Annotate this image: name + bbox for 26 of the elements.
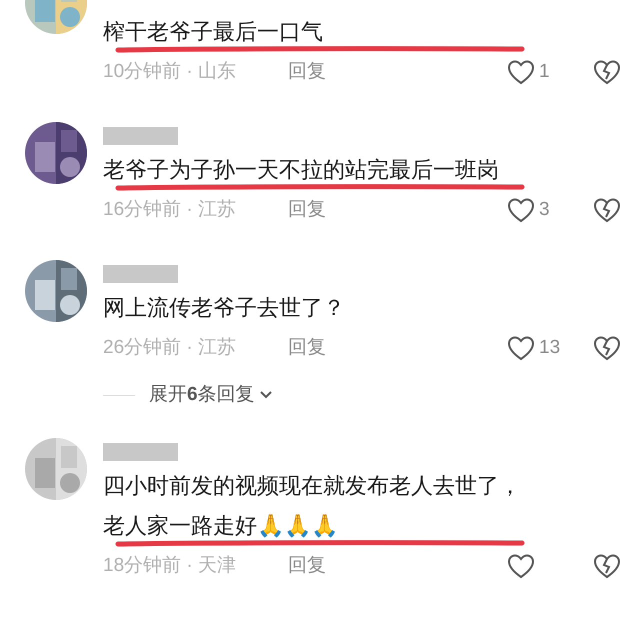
broken-heart-icon[interactable] bbox=[593, 335, 621, 361]
heart-icon[interactable] bbox=[507, 335, 535, 361]
heart-icon[interactable] bbox=[507, 197, 535, 223]
reply-button[interactable]: 回复 bbox=[288, 58, 326, 86]
broken-heart-icon[interactable] bbox=[593, 553, 621, 579]
heart-icon[interactable] bbox=[507, 553, 535, 579]
comment-text: 榨干老爷子最后一口气 bbox=[103, 18, 324, 46]
broken-heart-icon[interactable] bbox=[593, 197, 621, 223]
comment-meta: 10分钟前 · 山东 bbox=[103, 60, 238, 84]
reply-button[interactable]: 回复 bbox=[288, 552, 326, 580]
comment-text: 网上流传老爷子去世了？ bbox=[103, 294, 346, 322]
reply-button[interactable]: 回复 bbox=[288, 334, 326, 362]
broken-heart-icon[interactable] bbox=[593, 59, 621, 85]
comment-text: 老人家一路走好🙏🙏🙏 bbox=[103, 512, 339, 540]
reply-button[interactable]: 回复 bbox=[288, 196, 326, 224]
comment-meta: 18分钟前 · 天津 bbox=[103, 554, 238, 578]
like-count: 13 bbox=[539, 336, 562, 360]
comment-meta: 16分钟前 · 江苏 bbox=[103, 198, 238, 222]
heart-icon[interactable] bbox=[507, 59, 535, 85]
comment-meta: 26分钟前 · 江苏 bbox=[103, 336, 238, 360]
expand-replies-button[interactable]: 展开6条回复 bbox=[149, 380, 273, 410]
chevron-down-icon bbox=[258, 390, 273, 400]
comment-text: 四小时前发的视频现在就发布老人去世了， bbox=[103, 472, 522, 500]
like-count: 1 bbox=[539, 60, 551, 84]
comment-text: 老爷子为子孙一天不拉的站完最后一班岗 bbox=[103, 156, 500, 184]
like-count: 3 bbox=[539, 198, 551, 222]
